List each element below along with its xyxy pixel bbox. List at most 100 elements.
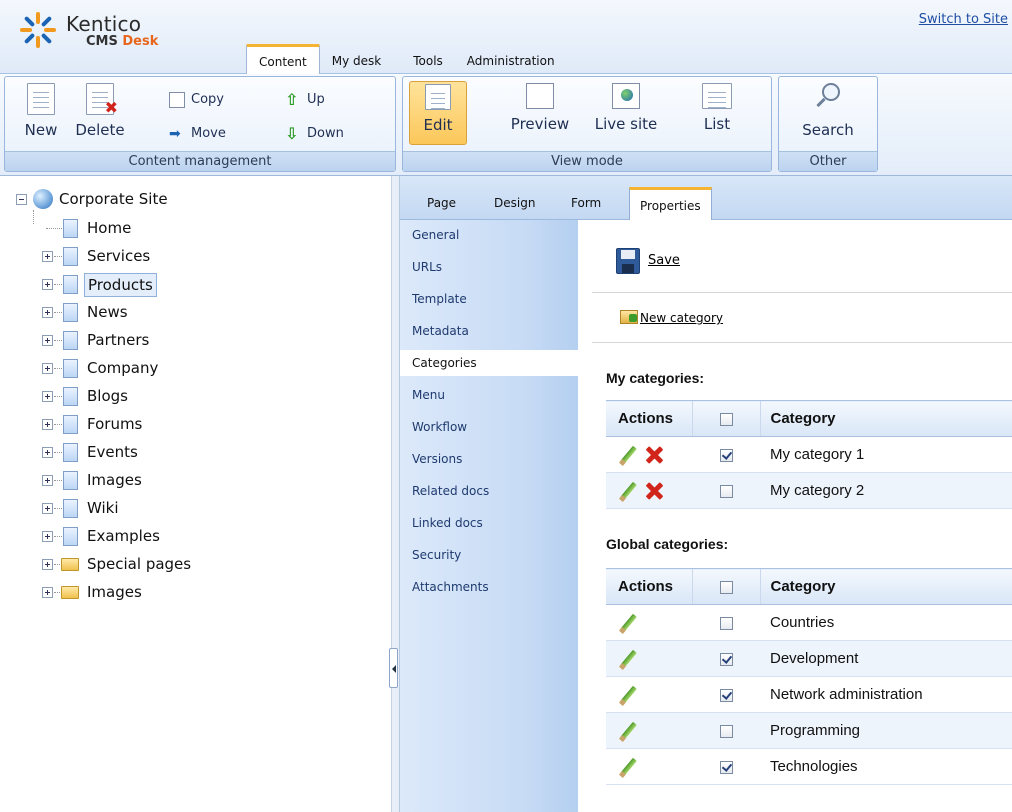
- categories-content: Save New category My categories: Actions…: [578, 220, 1012, 812]
- tree-node-label: Partners: [87, 331, 150, 349]
- tab-form[interactable]: Form: [571, 196, 601, 210]
- edit-pencil-icon[interactable]: [618, 649, 638, 669]
- new-category-link[interactable]: New category: [640, 311, 723, 325]
- search-button[interactable]: Search: [795, 81, 861, 145]
- collapse-panel-handle[interactable]: [389, 648, 398, 688]
- expand-icon[interactable]: [42, 503, 53, 514]
- delete-button-label: Delete: [75, 121, 125, 139]
- nav-item-attachments[interactable]: Attachments: [400, 574, 578, 600]
- live-site-button[interactable]: Live site: [589, 81, 663, 145]
- category-header[interactable]: Category: [759, 400, 1012, 437]
- down-arrow-icon: ⇩: [285, 124, 299, 143]
- edit-pencil-icon[interactable]: [618, 721, 638, 741]
- view-mode-group: Edit Preview Live site List View mode: [402, 76, 772, 172]
- tab-properties[interactable]: Properties: [629, 187, 712, 220]
- content-management-caption: Content management: [5, 151, 395, 171]
- nav-item-general[interactable]: General: [400, 222, 578, 248]
- move-button[interactable]: ➡ Move: [169, 125, 226, 143]
- row-checkbox[interactable]: [719, 448, 733, 462]
- category-header[interactable]: Category: [759, 568, 1012, 605]
- up-button[interactable]: ⇧ Up: [285, 91, 325, 109]
- delete-x-icon[interactable]: [644, 481, 664, 501]
- new-category-icon[interactable]: [620, 310, 638, 324]
- global-categories-title: Global categories:: [606, 536, 729, 552]
- tree-node-label: Blogs: [87, 387, 128, 405]
- preview-button[interactable]: Preview: [501, 81, 579, 145]
- row-checkbox[interactable]: [719, 484, 733, 498]
- kentico-logo-icon: [20, 12, 56, 48]
- edit-pencil-icon[interactable]: [618, 757, 638, 777]
- nav-item-workflow[interactable]: Workflow: [400, 414, 578, 440]
- list-icon: [702, 83, 732, 109]
- nav-item-menu[interactable]: Menu: [400, 382, 578, 408]
- expand-icon[interactable]: [42, 391, 53, 402]
- app-header: Kentico CMS Desk Switch to Site Content …: [0, 0, 1012, 74]
- page-icon: [63, 219, 78, 238]
- expand-icon[interactable]: [42, 531, 53, 542]
- panel-splitter[interactable]: [389, 176, 400, 812]
- expand-icon[interactable]: [42, 475, 53, 486]
- nav-item-metadata[interactable]: Metadata: [400, 318, 578, 344]
- expand-icon[interactable]: [42, 559, 53, 570]
- save-icon[interactable]: [616, 248, 640, 274]
- ribbon-toolbar: New ✖ Delete Copy ➡ Move ⇧ Up ⇩ Down Con…: [0, 74, 1012, 176]
- tab-page[interactable]: Page: [427, 196, 456, 210]
- page-icon: [63, 359, 78, 378]
- row-select: [692, 640, 760, 677]
- nav-item-urls[interactable]: URLs: [400, 254, 578, 280]
- row-checkbox[interactable]: [719, 616, 733, 630]
- row-checkbox[interactable]: [719, 724, 733, 738]
- properties-nav: General URLs Template Metadata Categories Men…: [400, 220, 578, 812]
- globe-icon: [33, 189, 53, 209]
- actions-header: Actions: [606, 568, 692, 605]
- row-checkbox[interactable]: [719, 760, 733, 774]
- nav-item-linked-docs[interactable]: Linked docs: [400, 510, 578, 536]
- delete-x-icon[interactable]: [644, 445, 664, 465]
- page-icon: [63, 303, 78, 322]
- table-header-row: Actions Category: [606, 568, 1012, 605]
- delete-button[interactable]: ✖ Delete: [69, 81, 131, 145]
- select-all-checkbox[interactable]: [719, 412, 733, 426]
- nav-item-template[interactable]: Template: [400, 286, 578, 312]
- nav-item-categories[interactable]: Categories: [400, 350, 578, 376]
- row-checkbox[interactable]: [719, 652, 733, 666]
- row-actions: [606, 472, 692, 509]
- expand-icon[interactable]: [42, 251, 53, 262]
- list-button[interactable]: List: [689, 81, 745, 145]
- tree-node-label: Special pages: [87, 555, 192, 573]
- row-actions: [606, 604, 692, 641]
- expand-icon[interactable]: [42, 307, 53, 318]
- new-button[interactable]: New: [13, 81, 69, 145]
- nav-item-security[interactable]: Security: [400, 542, 578, 568]
- page-icon: [63, 527, 78, 546]
- table-header-row: Actions Category: [606, 400, 1012, 437]
- copy-button[interactable]: Copy: [169, 91, 224, 109]
- edit-pencil-icon[interactable]: [618, 685, 638, 705]
- edit-pencil-icon[interactable]: [618, 481, 638, 501]
- save-button[interactable]: Save: [648, 253, 680, 268]
- switch-to-site-link[interactable]: Switch to Site: [919, 12, 1008, 27]
- tab-tools[interactable]: Tools: [393, 48, 455, 74]
- row-actions: [606, 712, 692, 749]
- expand-icon[interactable]: [42, 587, 53, 598]
- edit-button[interactable]: Edit: [409, 81, 467, 145]
- tree-node-label: Services: [87, 247, 151, 265]
- down-button[interactable]: ⇩ Down: [285, 125, 344, 143]
- expand-icon[interactable]: [42, 447, 53, 458]
- edit-pencil-icon[interactable]: [618, 445, 638, 465]
- tab-content[interactable]: Content: [246, 44, 320, 74]
- tab-my-desk[interactable]: My desk: [320, 48, 393, 74]
- nav-item-related-docs[interactable]: Related docs: [400, 478, 578, 504]
- nav-item-versions[interactable]: Versions: [400, 446, 578, 472]
- expand-icon[interactable]: [42, 419, 53, 430]
- collapse-icon[interactable]: [16, 194, 27, 205]
- select-all-checkbox[interactable]: [719, 580, 733, 594]
- expand-icon[interactable]: [42, 279, 53, 290]
- expand-icon[interactable]: [42, 335, 53, 346]
- category-name: Programming: [760, 712, 1012, 749]
- expand-icon[interactable]: [42, 363, 53, 374]
- tab-administration[interactable]: Administration: [455, 48, 567, 74]
- edit-pencil-icon[interactable]: [618, 613, 638, 633]
- row-checkbox[interactable]: [719, 688, 733, 702]
- tab-design[interactable]: Design: [494, 196, 535, 210]
